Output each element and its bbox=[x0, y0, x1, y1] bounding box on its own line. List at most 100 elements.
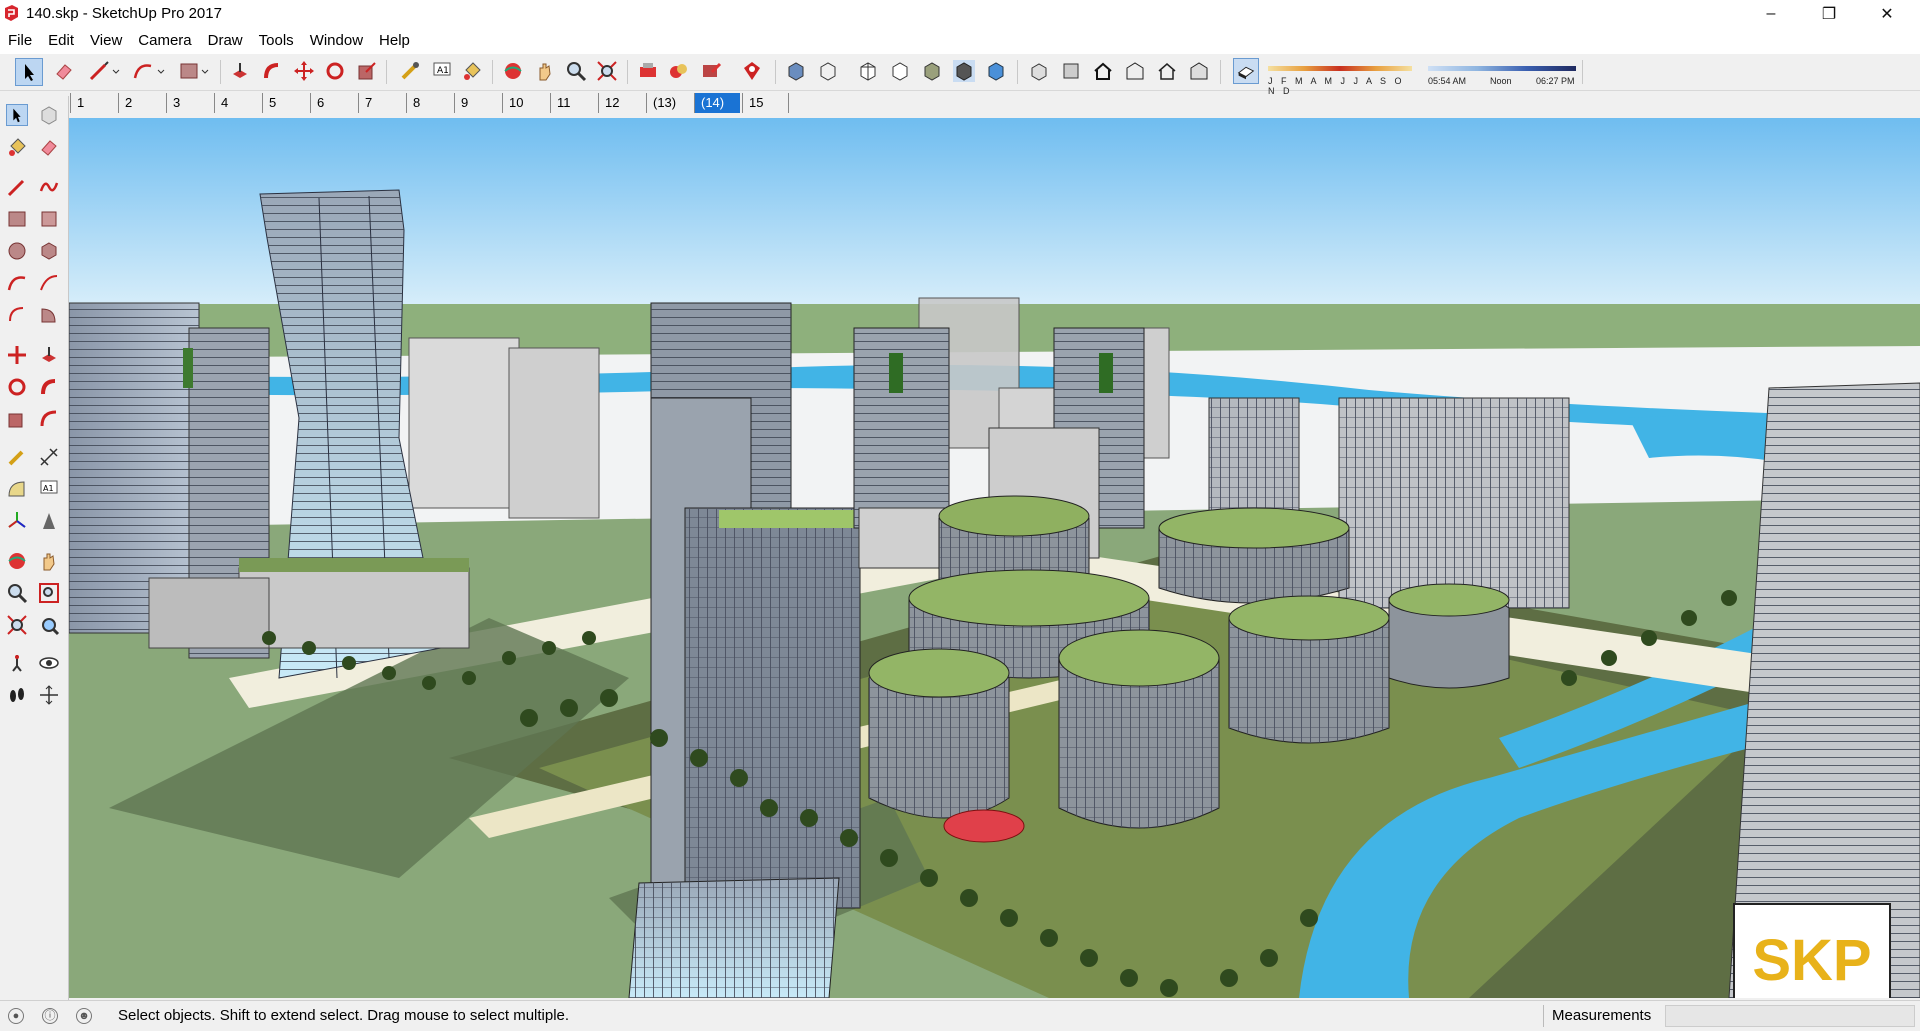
scene-tab-7[interactable]: 7 bbox=[358, 93, 404, 113]
three-point-arc-tool-icon[interactable] bbox=[6, 304, 28, 326]
chevron-down-icon[interactable] bbox=[111, 60, 121, 82]
paint-bucket-tool-icon[interactable] bbox=[461, 60, 483, 82]
menu-camera[interactable]: Camera bbox=[130, 28, 199, 54]
two-point-arc-tool-icon[interactable] bbox=[38, 272, 60, 294]
menu-help[interactable]: Help bbox=[371, 28, 418, 54]
shaded-style-icon[interactable] bbox=[889, 60, 911, 82]
zoom-window-tool-icon[interactable] bbox=[38, 582, 60, 604]
menu-file[interactable]: File bbox=[0, 28, 40, 54]
menu-draw[interactable]: Draw bbox=[200, 28, 251, 54]
zoom-tool-icon[interactable] bbox=[565, 60, 587, 82]
credits-icon[interactable]: ⓘ bbox=[42, 1008, 58, 1024]
push-pull-tool-icon[interactable] bbox=[229, 60, 251, 82]
user-icon[interactable]: ☻ bbox=[76, 1008, 92, 1024]
move-tool-icon[interactable] bbox=[6, 344, 28, 366]
text-tool-icon[interactable]: A1 bbox=[38, 478, 60, 500]
text-tool-icon[interactable]: A1 bbox=[431, 60, 453, 82]
geo-location-icon[interactable]: ● bbox=[8, 1008, 24, 1024]
rectangle-tool-icon[interactable] bbox=[178, 60, 200, 82]
offset-tool-icon[interactable] bbox=[38, 408, 60, 430]
move-tool-icon[interactable] bbox=[293, 60, 315, 82]
left-view-icon[interactable] bbox=[1188, 60, 1210, 82]
right-view-icon[interactable] bbox=[1124, 60, 1146, 82]
eraser-tool-icon[interactable] bbox=[38, 136, 60, 158]
make-component-icon[interactable] bbox=[38, 104, 60, 126]
warehouse-icon[interactable] bbox=[637, 60, 659, 82]
tape-measure-tool-icon[interactable] bbox=[6, 446, 28, 468]
section-planes-icon[interactable] bbox=[985, 60, 1007, 82]
scene-tab-11[interactable]: 11 bbox=[550, 93, 596, 113]
measurements-input[interactable] bbox=[1665, 1005, 1915, 1027]
shadow-month-slider[interactable]: J F M A M J J A S O N D bbox=[1268, 58, 1412, 96]
polygon-tool-icon[interactable] bbox=[38, 240, 60, 262]
iso-view-icon[interactable] bbox=[1028, 60, 1050, 82]
scene-tab-13[interactable]: (13) bbox=[646, 93, 692, 113]
tape-measure-tool-icon[interactable] bbox=[399, 60, 421, 82]
components-icon[interactable] bbox=[668, 60, 690, 82]
follow-me-tool-icon[interactable] bbox=[261, 60, 283, 82]
walk-tool-icon[interactable] bbox=[6, 684, 28, 706]
section-plane-tool-icon[interactable] bbox=[38, 684, 60, 706]
axes-tool-icon[interactable] bbox=[6, 510, 28, 532]
zoom-tool-icon[interactable] bbox=[6, 582, 28, 604]
arc-tool-icon[interactable] bbox=[132, 60, 154, 82]
menu-window[interactable]: Window bbox=[302, 28, 371, 54]
scene-tab-14[interactable]: (14) bbox=[694, 93, 740, 113]
previous-view-icon[interactable] bbox=[38, 614, 60, 636]
xray-style-icon[interactable] bbox=[785, 60, 807, 82]
back-view-icon[interactable] bbox=[1156, 60, 1178, 82]
zoom-extents-tool-icon[interactable] bbox=[596, 60, 618, 82]
dimension-tool-icon[interactable] bbox=[38, 446, 60, 468]
front-view-icon[interactable] bbox=[1092, 60, 1114, 82]
menu-tools[interactable]: Tools bbox=[251, 28, 302, 54]
push-pull-tool-icon[interactable] bbox=[38, 344, 60, 366]
rotate-tool-icon[interactable] bbox=[324, 60, 346, 82]
minimize-icon[interactable]: – bbox=[1742, 0, 1800, 28]
orbit-tool-icon[interactable] bbox=[502, 60, 524, 82]
protractor-tool-icon[interactable] bbox=[6, 478, 28, 500]
scale-tool-icon[interactable] bbox=[356, 60, 378, 82]
line-tool-icon[interactable] bbox=[6, 176, 28, 198]
restore-icon[interactable]: ❐ bbox=[1800, 0, 1858, 28]
extension-warehouse-icon[interactable] bbox=[741, 60, 763, 82]
model-viewport[interactable]: SKP bbox=[69, 118, 1920, 998]
scene-tab-1[interactable]: 1 bbox=[70, 93, 116, 113]
chevron-down-icon[interactable] bbox=[200, 60, 210, 82]
arc-tool-icon[interactable] bbox=[6, 272, 28, 294]
line-tool-icon[interactable] bbox=[88, 60, 110, 82]
pie-tool-icon[interactable] bbox=[38, 304, 60, 326]
menu-view[interactable]: View bbox=[82, 28, 130, 54]
scene-tab-9[interactable]: 9 bbox=[454, 93, 500, 113]
scene-tab-10[interactable]: 10 bbox=[502, 93, 548, 113]
pan-tool-icon[interactable] bbox=[534, 60, 556, 82]
top-view-icon[interactable] bbox=[1060, 60, 1082, 82]
hidden-line-style-icon[interactable] bbox=[857, 60, 879, 82]
rotated-rectangle-tool-icon[interactable] bbox=[38, 208, 60, 230]
scene-tab-12[interactable]: 12 bbox=[598, 93, 644, 113]
scene-tab-8[interactable]: 8 bbox=[406, 93, 452, 113]
wireframe-style-icon[interactable] bbox=[817, 60, 839, 82]
chevron-down-icon[interactable] bbox=[156, 60, 166, 82]
scene-tab-5[interactable]: 5 bbox=[262, 93, 308, 113]
select-tool-icon[interactable] bbox=[6, 104, 28, 126]
shadows-toggle-icon[interactable] bbox=[1233, 58, 1259, 84]
rectangle-tool-icon[interactable] bbox=[6, 208, 28, 230]
scene-tab-2[interactable]: 2 bbox=[118, 93, 164, 113]
zoom-extents-tool-icon[interactable] bbox=[6, 614, 28, 636]
scene-tab-4[interactable]: 4 bbox=[214, 93, 260, 113]
look-around-tool-icon[interactable] bbox=[38, 652, 60, 674]
position-camera-tool-icon[interactable] bbox=[6, 652, 28, 674]
rotate-tool-icon[interactable] bbox=[6, 376, 28, 398]
monochrome-style-icon[interactable] bbox=[953, 60, 975, 82]
freehand-tool-icon[interactable] bbox=[38, 176, 60, 198]
pan-tool-icon[interactable] bbox=[38, 550, 60, 572]
shaded-textures-style-icon[interactable] bbox=[921, 60, 943, 82]
share-model-icon[interactable] bbox=[700, 60, 722, 82]
paint-bucket-tool-icon[interactable] bbox=[6, 136, 28, 158]
circle-tool-icon[interactable] bbox=[6, 240, 28, 262]
menu-edit[interactable]: Edit bbox=[40, 28, 82, 54]
follow-me-tool-icon[interactable] bbox=[38, 376, 60, 398]
close-icon[interactable]: ✕ bbox=[1858, 0, 1916, 28]
select-tool-icon[interactable] bbox=[15, 58, 43, 86]
shadow-time-slider[interactable]: 05:54 AM Noon 06:27 PM bbox=[1428, 58, 1576, 86]
